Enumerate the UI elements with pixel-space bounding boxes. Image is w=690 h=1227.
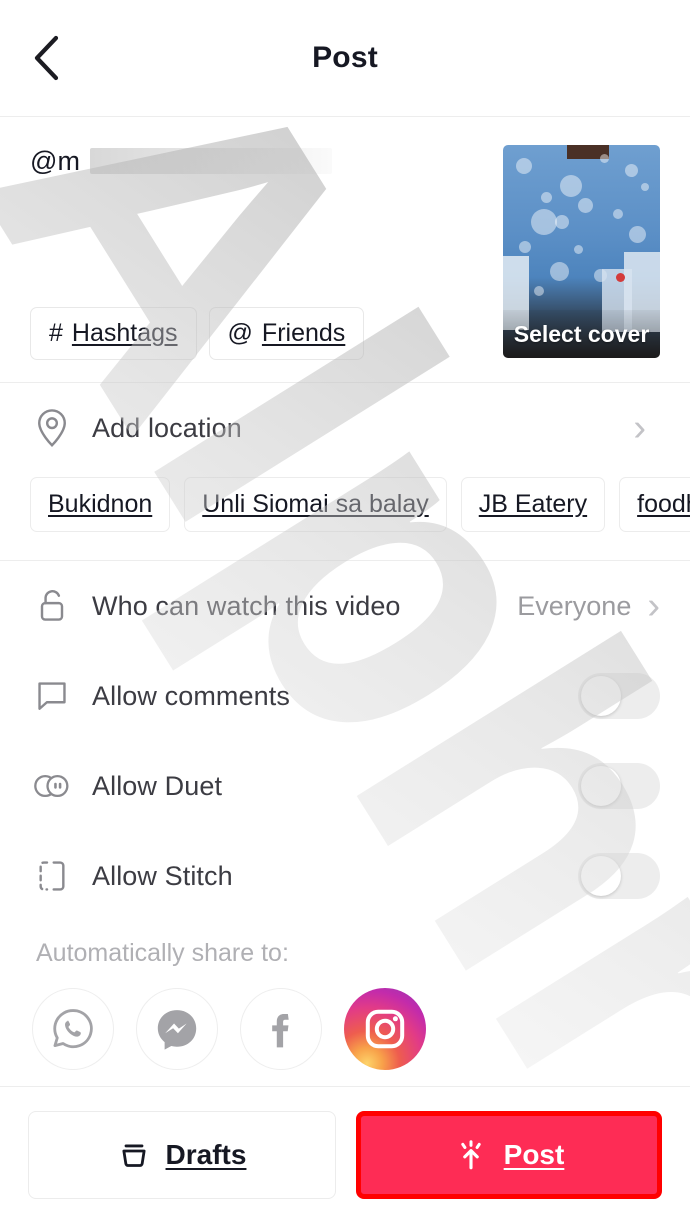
post-button[interactable]: Post bbox=[356, 1111, 662, 1199]
cover-bubble bbox=[628, 225, 646, 243]
cover-bubble bbox=[612, 208, 623, 219]
hashtags-button[interactable]: # Hashtags bbox=[30, 307, 197, 360]
location-chip-label: foodhouz bbox=[637, 490, 690, 518]
chevron-left-icon bbox=[34, 35, 59, 81]
cover-bubble bbox=[550, 262, 570, 282]
allow-duet-label: Allow Duet bbox=[92, 770, 223, 801]
location-chip[interactable]: JB Eatery bbox=[460, 477, 606, 532]
who-can-watch-row[interactable]: Who can watch this video Everyone › bbox=[0, 561, 690, 651]
cover-bubble bbox=[534, 285, 545, 296]
post-screen: Post @m do8 bbox=[0, 0, 690, 1227]
share-facebook-button[interactable] bbox=[240, 988, 322, 1070]
location-chip[interactable]: Bukidnon bbox=[30, 477, 171, 532]
auto-share-title: Automatically share to: bbox=[36, 939, 289, 967]
cover-bubble bbox=[518, 240, 531, 253]
location-chip-label: Bukidnon bbox=[48, 490, 153, 518]
hash-icon: # bbox=[49, 319, 63, 347]
cover-bubble bbox=[554, 215, 569, 230]
hashtags-label: Hashtags bbox=[71, 319, 178, 347]
allow-comments-row[interactable]: Allow comments bbox=[0, 651, 690, 741]
auto-share-icons bbox=[0, 968, 690, 1070]
unlock-icon bbox=[30, 586, 74, 626]
comment-bubble-icon bbox=[30, 679, 74, 713]
duet-icon bbox=[30, 771, 74, 801]
allow-stitch-label: Allow Stitch bbox=[92, 860, 233, 891]
messenger-icon bbox=[157, 1010, 197, 1050]
drafts-label: Drafts bbox=[165, 1139, 247, 1170]
location-chip-label: Unli Siomai sa balay bbox=[202, 490, 429, 518]
toggle-knob bbox=[581, 856, 621, 896]
share-messenger-button[interactable] bbox=[136, 988, 218, 1070]
toggle-knob bbox=[581, 766, 621, 806]
cover-bubble bbox=[600, 153, 610, 163]
cover-bubble bbox=[625, 164, 639, 178]
location-pin-icon bbox=[30, 408, 74, 448]
location-suggestions: Bukidnon Unli Siomai sa balay JB Eatery … bbox=[0, 473, 690, 550]
caption-quick-actions: # Hashtags @ Friends bbox=[30, 307, 365, 360]
who-can-watch-value: Everyone bbox=[517, 590, 632, 621]
friends-button[interactable]: @ Friends bbox=[208, 307, 365, 360]
at-icon: @ bbox=[227, 319, 253, 347]
allow-duet-row[interactable]: Allow Duet bbox=[0, 741, 690, 831]
who-can-watch-label: Who can watch this video bbox=[92, 590, 401, 621]
post-label: Post bbox=[503, 1139, 565, 1170]
location-chip[interactable]: foodhouz bbox=[619, 477, 690, 532]
allow-comments-label: Allow comments bbox=[92, 680, 290, 711]
app-header: Post bbox=[0, 0, 690, 117]
location-chip[interactable]: Unli Siomai sa balay bbox=[184, 477, 447, 532]
caption-section: @m do8 bbox=[0, 117, 690, 383]
allow-comments-toggle[interactable] bbox=[578, 673, 660, 719]
cover-bubble bbox=[573, 245, 583, 255]
instagram-icon bbox=[365, 1009, 405, 1049]
facebook-icon bbox=[272, 1014, 289, 1048]
location-chevron-icon: › bbox=[633, 407, 646, 449]
friends-label: Friends bbox=[261, 319, 346, 347]
allow-duet-toggle[interactable] bbox=[578, 763, 660, 809]
back-button[interactable] bbox=[22, 34, 70, 82]
cover-bubble bbox=[641, 183, 650, 192]
share-instagram-button[interactable] bbox=[344, 988, 426, 1070]
share-whatsapp-button[interactable] bbox=[32, 988, 114, 1070]
bottom-action-bar: Drafts Post bbox=[0, 1086, 690, 1227]
cover-bubble bbox=[578, 198, 594, 214]
drafts-button[interactable]: Drafts bbox=[28, 1111, 336, 1199]
add-location-row[interactable]: Add location › bbox=[0, 383, 690, 473]
location-chip-label: JB Eatery bbox=[478, 490, 588, 518]
upload-arrow-icon bbox=[460, 1140, 481, 1170]
drafts-box-icon bbox=[121, 1144, 146, 1167]
cover-bubble bbox=[559, 174, 582, 197]
cover-bubble bbox=[540, 191, 552, 203]
caption-username: @m do8 bbox=[30, 145, 332, 179]
select-cover-label: Select cover bbox=[503, 310, 660, 358]
caption-username-prefix: @m bbox=[30, 146, 81, 176]
redaction-overlay bbox=[90, 148, 332, 174]
toggle-knob bbox=[581, 676, 621, 716]
cover-bubble bbox=[531, 208, 558, 235]
whatsapp-icon bbox=[53, 1009, 93, 1049]
allow-stitch-toggle[interactable] bbox=[578, 853, 660, 899]
add-location-label: Add location bbox=[92, 412, 242, 443]
allow-stitch-row[interactable]: Allow Stitch bbox=[0, 831, 690, 921]
privacy-chevron-icon: › bbox=[647, 585, 660, 627]
page-title: Post bbox=[312, 41, 378, 74]
cover-bubble bbox=[515, 157, 532, 174]
select-cover-thumbnail[interactable]: Select cover bbox=[503, 145, 660, 358]
stitch-icon bbox=[30, 859, 74, 893]
